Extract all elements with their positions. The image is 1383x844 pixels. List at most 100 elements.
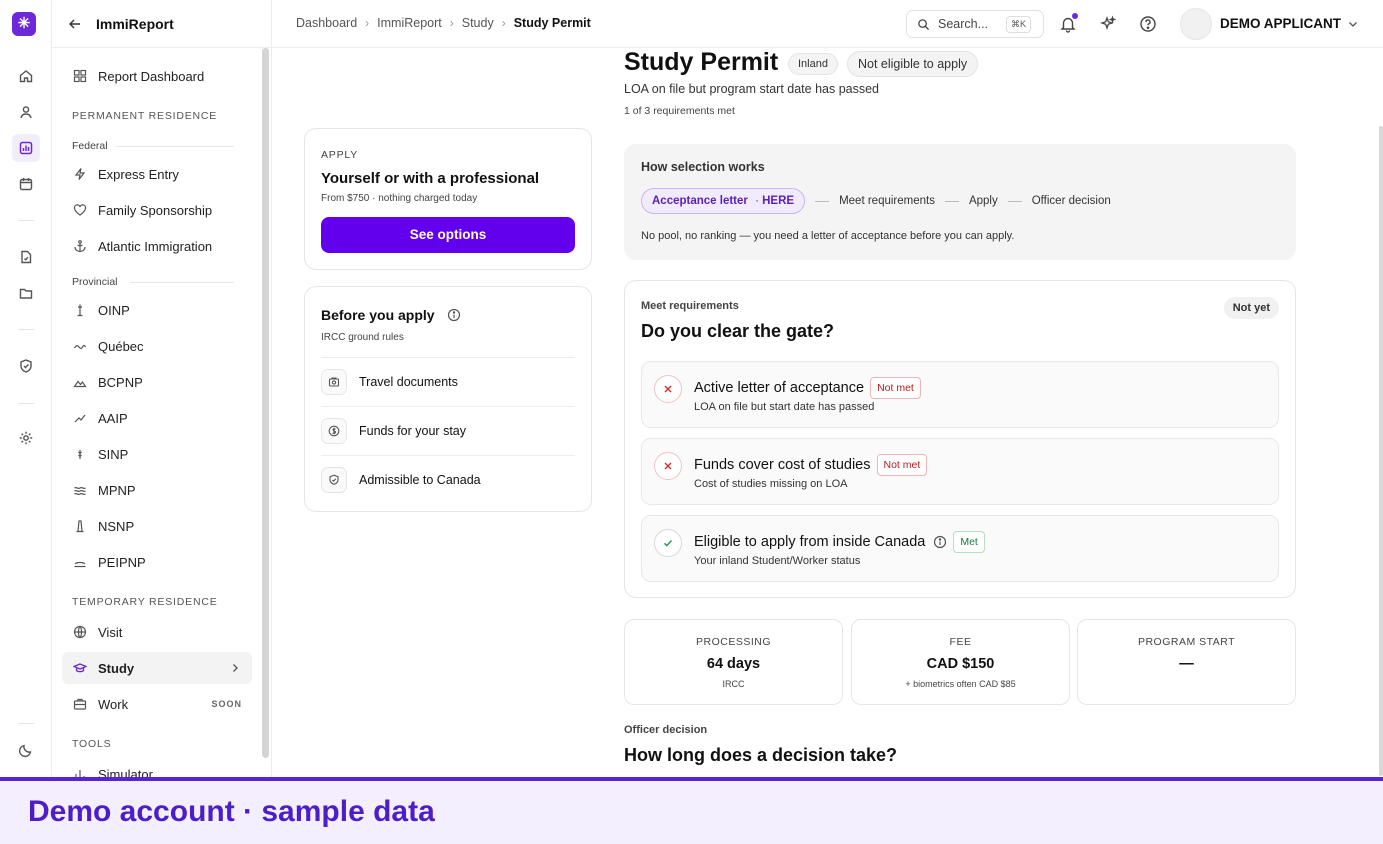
sidebar-scrollbar[interactable] — [262, 48, 269, 758]
checkmark-icon — [654, 529, 682, 557]
eligibility-status-badge: Not eligible to apply — [847, 51, 979, 77]
sidebar-item-visit[interactable]: Visit — [62, 616, 252, 648]
main-scrollbar[interactable] — [1379, 126, 1383, 776]
sidebar-item-label: Simulator — [98, 766, 153, 778]
apply-subtitle: From $750 · nothing charged today — [321, 193, 478, 204]
notification-dot — [1072, 13, 1078, 19]
stat-value: — — [1179, 656, 1194, 672]
apply-card: APPLY Yourself or with a professional Fr… — [304, 128, 592, 270]
document-icon[interactable] — [12, 243, 40, 271]
home-icon[interactable] — [12, 62, 40, 90]
rule-travel-documents[interactable]: Travel documents — [321, 357, 575, 405]
breadcrumb-immireport[interactable]: ImmiReport — [377, 16, 442, 30]
sidebar-item-study[interactable]: Study — [62, 652, 252, 684]
x-mark-icon — [654, 452, 682, 480]
sidebar-item-simulator[interactable]: Simulator — [62, 758, 252, 777]
sidebar-item-label: Express Entry — [98, 166, 179, 182]
before-title: Before you apply — [321, 307, 435, 323]
how-note: No pool, no ranking — you need a letter … — [641, 230, 1015, 242]
sidebar-item-aaip[interactable]: AAIP — [62, 402, 252, 434]
rail-divider — [18, 723, 34, 724]
step-acceptance-letter[interactable]: Acceptance letter · HERE — [641, 188, 806, 214]
breadcrumb: Dashboard › ImmiReport › Study › Study P… — [296, 16, 591, 30]
avatar[interactable] — [1180, 8, 1212, 40]
search-icon — [918, 18, 930, 30]
ai-sparkle-icon[interactable] — [1098, 14, 1118, 34]
section-heading-temporary: TEMPORARY RESIDENCE — [72, 596, 218, 608]
sidebar-item-label: PEIPNP — [98, 554, 146, 570]
sidebar-item-family-sponsorship[interactable]: Family Sponsorship — [62, 194, 252, 226]
info-icon[interactable] — [447, 308, 461, 322]
sidebar-item-oinp[interactable]: OINP — [62, 294, 252, 326]
sidebar-item-label: Report Dashboard — [98, 68, 205, 84]
sidebar-item-label: Visit — [98, 624, 123, 640]
breadcrumb-separator: › — [501, 16, 506, 30]
back-arrow-icon[interactable] — [68, 17, 82, 31]
search-input[interactable]: Search... ⌘K — [906, 10, 1044, 38]
sidebar-item-label: BCPNP — [98, 374, 143, 390]
how-selection-works-panel: How selection works Acceptance letter · … — [624, 144, 1296, 260]
folder-icon[interactable] — [12, 279, 40, 307]
rail-divider — [18, 220, 34, 221]
info-icon[interactable] — [933, 535, 947, 549]
calendar-icon[interactable] — [12, 170, 40, 198]
sidebar-item-report-dashboard[interactable]: Report Dashboard — [62, 60, 252, 92]
settings-gear-icon[interactable] — [12, 424, 40, 452]
reports-icon[interactable] — [12, 134, 40, 162]
step-apply[interactable]: Apply — [969, 195, 998, 207]
sidebar-item-label: Family Sponsorship — [98, 202, 213, 218]
rule-funds[interactable]: Funds for your stay — [321, 406, 575, 454]
rail-divider — [18, 403, 34, 404]
sidebar-item-quebec[interactable]: Québec — [62, 330, 252, 362]
dark-mode-moon-icon[interactable] — [12, 736, 40, 764]
search-shortcut: ⌘K — [1005, 16, 1031, 33]
not-met-badge: Not met — [876, 454, 928, 476]
sidebar-item-nsnp[interactable]: NSNP — [62, 510, 252, 542]
rule-admissible[interactable]: Admissible to Canada — [321, 455, 575, 503]
sidebar-item-bcpnp[interactable]: BCPNP — [62, 366, 252, 398]
chevron-down-icon[interactable] — [1346, 17, 1360, 31]
requirement-row[interactable]: Funds cover cost of studies Not met Cost … — [641, 438, 1279, 505]
permit-subtitle: LOA on file but program start date has p… — [624, 82, 880, 96]
search-placeholder: Search... — [938, 17, 989, 31]
mountain-icon — [72, 374, 88, 390]
requirement-title: Eligible to apply from inside Canada — [694, 534, 926, 550]
island-icon — [72, 554, 88, 570]
how-heading: How selection works — [641, 160, 765, 174]
see-options-button[interactable]: See options — [321, 217, 575, 253]
heart-icon — [72, 202, 88, 218]
graduation-cap-icon — [72, 660, 88, 676]
sidebar-header: ImmiReport — [52, 0, 271, 48]
demo-banner-text: Demo account · sample data — [28, 795, 435, 828]
sidebar-item-sinp[interactable]: SINP — [62, 438, 252, 470]
sidebar-item-work[interactable]: Work SOON — [62, 688, 252, 720]
breadcrumb-dashboard[interactable]: Dashboard — [296, 16, 357, 30]
sidebar-item-label: Québec — [98, 338, 144, 354]
app-logo-icon[interactable]: ✳ — [12, 12, 36, 36]
step-here-separator: · — [755, 195, 759, 207]
briefcase-icon — [72, 696, 88, 712]
step-meet-requirements[interactable]: Meet requirements — [839, 195, 935, 207]
sidebar-item-mpnp[interactable]: MPNP — [62, 474, 252, 506]
sidebar-item-peipnp[interactable]: PEIPNP — [62, 546, 252, 578]
step-connector — [944, 200, 959, 202]
stat-label: FEE — [949, 636, 972, 648]
requirement-row[interactable]: Active letter of acceptance Not met LOA o… — [641, 361, 1279, 428]
step-officer-decision[interactable]: Officer decision — [1032, 195, 1111, 207]
sidebar-item-atlantic-immigration[interactable]: Atlantic Immigration — [62, 230, 252, 262]
simulator-icon — [72, 766, 88, 777]
requirement-row[interactable]: Eligible to apply from inside Canada Met … — [641, 515, 1279, 582]
anchor-icon — [72, 238, 88, 254]
user-name[interactable]: DEMO APPLICANT — [1220, 16, 1341, 31]
step-label: Acceptance letter — [652, 195, 748, 207]
breadcrumb-separator: › — [365, 16, 370, 30]
user-icon[interactable] — [12, 98, 40, 126]
main-content: APPLY Yourself or with a professional Fr… — [272, 48, 1383, 777]
waves-icon — [72, 482, 88, 498]
sidebar-item-express-entry[interactable]: Express Entry — [62, 158, 252, 190]
requirement-detail: LOA on file but start date has passed — [694, 401, 875, 413]
breadcrumb-study[interactable]: Study — [462, 16, 494, 30]
shield-icon[interactable] — [12, 352, 40, 380]
help-question-icon[interactable] — [1138, 14, 1158, 34]
breadcrumb-current: Study Permit — [513, 16, 591, 30]
